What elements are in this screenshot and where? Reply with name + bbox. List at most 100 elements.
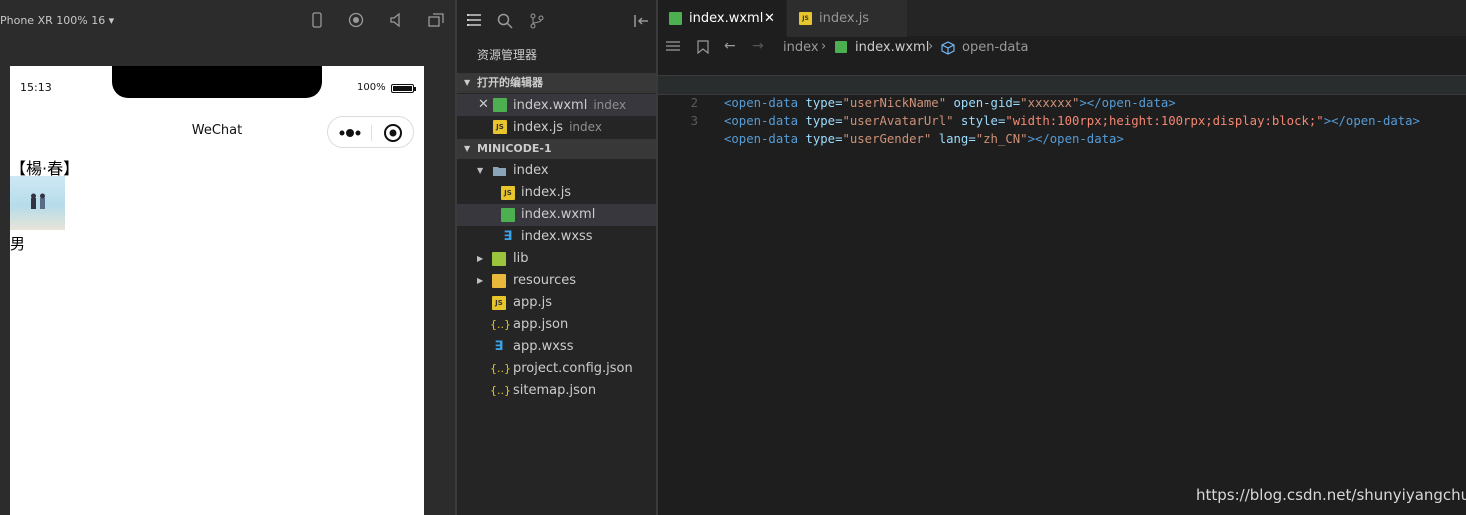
battery-icon — [391, 84, 416, 93]
code-area[interactable]: 1 <open-data type="userNickName" open-gi… — [657, 58, 1466, 146]
breadcrumb-symbol[interactable]: open-data — [962, 40, 1028, 55]
folder-icon — [492, 274, 506, 288]
status-time: 15:13 — [20, 81, 52, 94]
code-attr: type= — [798, 132, 843, 146]
js-file-icon: JS — [799, 12, 812, 25]
device-selector[interactable]: Phone XR 100% 16 ▾ — [0, 14, 114, 27]
code-line[interactable]: 3 <open-data type="userGender" lang="zh_… — [658, 94, 1466, 146]
source-control-icon[interactable] — [529, 13, 545, 33]
tree-label: index.wxml — [521, 207, 596, 222]
tree-label: index.wxss — [521, 229, 593, 244]
capsule-separator — [371, 125, 372, 141]
code-string: "userAvatarUrl" — [842, 114, 954, 128]
ide-window: Phone XR 100% 16 ▾ 15:13 100% WeChat 【楊·… — [0, 0, 1466, 515]
json-file-icon: {..} — [490, 362, 511, 375]
wxml-file-icon — [835, 41, 847, 53]
tab-index-wxml[interactable]: index.wxml ✕ — [658, 0, 786, 37]
editor-tab-bar: index.wxml ✕ JS index.js — [658, 0, 1466, 37]
open-editor-folder: index — [593, 98, 627, 112]
tree-file-app-wxss[interactable]: ∃ app.wxss — [457, 336, 656, 358]
tree-file-index-js[interactable]: JS index.js — [457, 182, 656, 204]
battery-percent: 100% — [357, 82, 386, 93]
list-icon[interactable] — [466, 13, 482, 31]
tree-file-index-wxml[interactable]: index.wxml — [457, 204, 656, 226]
forward-arrow-icon[interactable]: → — [752, 38, 764, 54]
tree-file-app-json[interactable]: {..} app.json — [457, 314, 656, 336]
code-line-current[interactable]: 2 <open-data type="userAvatarUrl" style=… — [657, 75, 1466, 128]
tree-file-project-config[interactable]: {..} project.config.json — [457, 358, 656, 380]
code-tag: <open-data — [724, 114, 799, 128]
tree-file-app-js[interactable]: JS app.js — [457, 292, 656, 314]
project-section[interactable]: ▼ MINICODE-1 — [457, 139, 656, 159]
chevron-down-icon: ▼ — [464, 144, 471, 153]
close-icon[interactable]: ✕ — [764, 0, 775, 37]
simulator-toolbar: Phone XR 100% 16 ▾ — [0, 0, 455, 40]
line-number: 3 — [690, 114, 698, 128]
css-file-icon: ∃ — [494, 339, 504, 354]
chevron-down-icon: ▼ — [477, 166, 484, 175]
collapse-panel-icon[interactable] — [633, 13, 649, 33]
code-string: "width:100rpx;height:100rpx;display:bloc… — [1005, 114, 1324, 128]
user-gender: 男 — [10, 235, 26, 253]
tree-folder-resources[interactable]: ▶ resources — [457, 270, 656, 292]
bookmark-icon[interactable] — [697, 40, 709, 58]
code-tag: ></open-data> — [1323, 114, 1420, 128]
wxml-file-icon — [501, 208, 515, 222]
js-file-icon: JS — [501, 186, 515, 200]
js-file-icon: JS — [493, 120, 507, 134]
tree-label: resources — [513, 273, 577, 288]
open-editor-item-js[interactable]: JS index.js index — [457, 116, 656, 138]
list-icon[interactable] — [666, 40, 680, 56]
tab-label: index.js — [819, 11, 870, 26]
tree-file-index-wxss[interactable]: ∃ index.wxss — [457, 226, 656, 248]
record-icon[interactable] — [348, 12, 364, 28]
tree-folder-index[interactable]: ▼ index — [457, 160, 656, 182]
js-file-icon: JS — [492, 296, 506, 310]
chevron-down-icon: ▼ — [464, 78, 471, 87]
open-editors-section[interactable]: ▼ 打开的编辑器 — [457, 73, 656, 93]
code-string: "userGender" — [842, 132, 932, 146]
breadcrumb: ← → index › index.wxml › open-data — [658, 37, 1466, 59]
breadcrumb-folder[interactable]: index — [783, 40, 819, 55]
detach-window-icon[interactable] — [428, 12, 444, 28]
open-editor-item-wxml[interactable]: ✕ index.wxml index — [457, 94, 656, 116]
more-dots-icon[interactable] — [339, 123, 363, 147]
close-miniprogram-icon[interactable] — [383, 123, 403, 147]
tree-file-sitemap[interactable]: {..} sitemap.json — [457, 380, 656, 402]
tab-index-js[interactable]: JS index.js — [787, 0, 907, 37]
breadcrumb-file[interactable]: index.wxml — [855, 40, 929, 55]
chevron-right-icon: ▶ — [477, 276, 484, 285]
project-label: MINICODE-1 — [477, 142, 552, 155]
code-tag: <open-data — [724, 132, 799, 146]
wxml-file-icon — [669, 12, 682, 25]
menu-capsule — [327, 116, 414, 148]
phone-screen: 15:13 100% WeChat 【楊·春】 男 — [10, 66, 424, 515]
open-editor-folder: index — [569, 120, 602, 134]
wxml-file-icon — [493, 98, 507, 112]
close-icon[interactable]: ✕ — [478, 94, 489, 116]
back-arrow-icon[interactable]: ← — [724, 38, 736, 54]
speaker-icon[interactable] — [388, 12, 404, 28]
explorer-toolbar — [457, 0, 656, 40]
open-editors-label: 打开的编辑器 — [477, 76, 543, 89]
code-editor: index.wxml ✕ JS index.js ← → index › ind… — [657, 0, 1466, 515]
chevron-right-icon: ▶ — [477, 254, 484, 263]
tree-label: project.config.json — [513, 361, 633, 376]
tree-folder-lib[interactable]: ▶ lib — [457, 248, 656, 270]
tree-label: app.json — [513, 317, 569, 332]
code-attr: style= — [953, 114, 1006, 128]
explorer-title: 资源管理器 — [477, 48, 538, 62]
tab-label: index.wxml — [689, 11, 764, 26]
folder-icon — [492, 252, 506, 266]
json-file-icon: {..} — [490, 384, 511, 397]
code-string: "zh_CN" — [975, 132, 1028, 146]
tree-label: app.wxss — [513, 339, 574, 354]
search-icon[interactable] — [497, 13, 513, 33]
tree-label: sitemap.json — [513, 383, 597, 398]
phone-icon[interactable] — [309, 12, 325, 28]
tree-label: index — [513, 163, 549, 178]
code-tag: ></open-data> — [1027, 132, 1124, 146]
tree-label: app.js — [513, 295, 552, 310]
code-line[interactable]: 1 <open-data type="userNickName" open-gi… — [658, 58, 1466, 110]
open-editor-name: index.wxml — [513, 98, 588, 113]
